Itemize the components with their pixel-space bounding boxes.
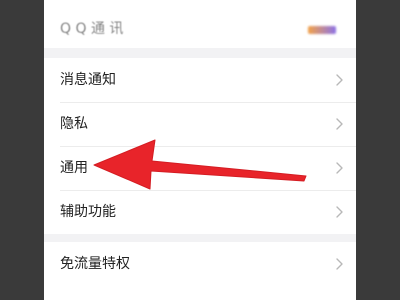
chevron-right-icon bbox=[332, 257, 346, 271]
row-label: 通用 bbox=[60, 160, 88, 176]
row-label: 隐私 bbox=[60, 116, 88, 132]
row-general[interactable]: 通用 bbox=[44, 146, 356, 190]
chevron-right-icon bbox=[332, 205, 346, 219]
row-accessibility[interactable]: 辅助功能 bbox=[44, 190, 356, 234]
chevron-right-icon bbox=[332, 161, 346, 175]
chevron-right-icon bbox=[332, 73, 346, 87]
settings-group-main: 消息通知 隐私 通用 辅助功能 bbox=[44, 58, 356, 234]
row-label: 免流量特权 bbox=[60, 256, 130, 272]
settings-screen: Q Q 通 讯 消息通知 隐私 通用 辅助功能 免流量特权 bbox=[44, 0, 356, 300]
settings-group-top: Q Q 通 讯 bbox=[44, 0, 356, 48]
row-label: 消息通知 bbox=[60, 72, 116, 88]
blurred-overlay bbox=[184, 0, 324, 24]
row-data-free-privilege[interactable]: 免流量特权 bbox=[44, 242, 356, 286]
row-message-notification[interactable]: 消息通知 bbox=[44, 58, 356, 102]
top-item-label: Q Q 通 讯 bbox=[60, 21, 124, 37]
top-item-avatar bbox=[308, 26, 336, 34]
settings-group-lower: 免流量特权 bbox=[44, 242, 356, 300]
row-privacy[interactable]: 隐私 bbox=[44, 102, 356, 146]
chevron-right-icon bbox=[332, 117, 346, 131]
row-label: 辅助功能 bbox=[60, 204, 116, 220]
